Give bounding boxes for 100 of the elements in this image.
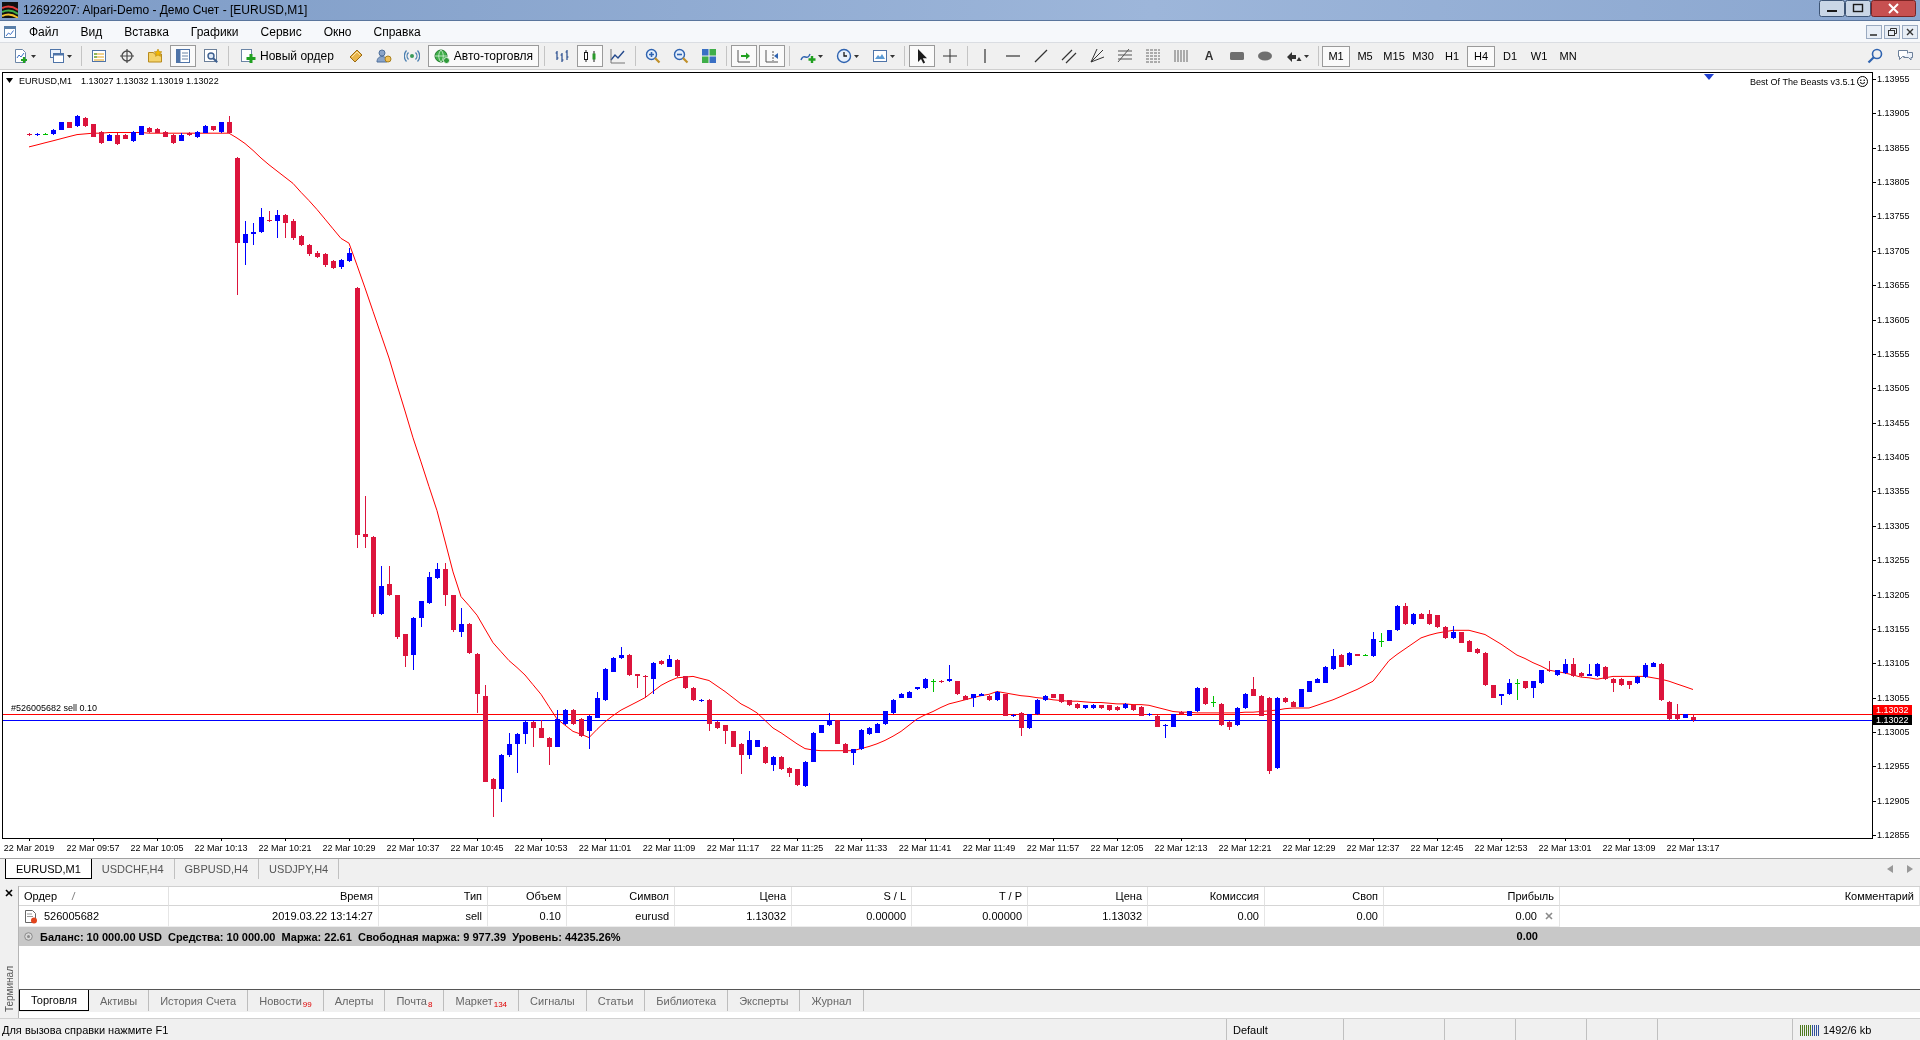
text-tool-button[interactable]: A: [1196, 45, 1223, 67]
timeframe-button[interactable]: W1: [1525, 45, 1554, 67]
time-axis-label: 22 Mar 11:01: [578, 843, 632, 853]
candlestick: [683, 675, 688, 690]
triangle-marker-icon[interactable]: [1704, 74, 1714, 80]
terminal-tab[interactable]: Алерты: [323, 990, 386, 1011]
candlestick: [907, 690, 912, 699]
candlestick: [579, 717, 584, 738]
chart-symbol: EURUSD,M1: [19, 76, 72, 86]
close-icon[interactable]: [5, 889, 13, 897]
caret-icon[interactable]: [817, 54, 823, 58]
candlestick: [1235, 706, 1240, 727]
column-header[interactable]: Тип: [379, 887, 488, 906]
minimize-icon[interactable]: [1866, 24, 1882, 39]
fan-lines-icon[interactable]: [1089, 48, 1106, 64]
terminal-tab[interactable]: Торговля: [19, 990, 89, 1011]
stacked-windows-icon[interactable]: [48, 48, 65, 64]
menu-item[interactable]: Окно: [312, 22, 363, 41]
column-header[interactable]: Своп: [1265, 887, 1384, 906]
candlestick: [1435, 614, 1440, 629]
terminal-tab[interactable]: Эксперты: [728, 990, 801, 1011]
tile-windows-icon[interactable]: [701, 48, 718, 64]
auto-trading-button[interactable]: Авто-торговля: [427, 45, 540, 67]
time-axis-label: 22 Mar 2019: [3, 843, 55, 853]
minimize-icon[interactable]: [1819, 0, 1845, 17]
timeframe-button[interactable]: H1: [1438, 45, 1467, 67]
search-icon[interactable]: [1867, 48, 1883, 64]
people-icon[interactable]: [375, 48, 392, 64]
candlestick: [315, 250, 320, 259]
candlestick: [1683, 713, 1688, 719]
price-axis-label: 1.13655: [1877, 280, 1910, 291]
column-header[interactable]: S / L: [792, 887, 912, 906]
timeframe-button[interactable]: M30: [1409, 45, 1438, 67]
ohlc-values: 1.13027 1.13032 1.13019 1.13022: [81, 76, 219, 86]
timeframe-button[interactable]: D1: [1496, 45, 1525, 67]
diagonal-line-icon[interactable]: [1033, 48, 1050, 64]
candlestick: [1187, 710, 1192, 717]
picture-frame-icon[interactable]: [871, 48, 888, 64]
menu-item[interactable]: Графики: [179, 22, 250, 41]
menu-item[interactable]: Сервис: [249, 22, 313, 41]
close-icon[interactable]: [1871, 0, 1916, 17]
close-icon[interactable]: [1902, 24, 1918, 39]
chart-tab[interactable]: USDCHF,H4: [91, 859, 175, 879]
timeframe-button[interactable]: H4: [1467, 45, 1496, 67]
diamond-icon[interactable]: [347, 48, 364, 64]
chart-tab[interactable]: GBPUSD,H4: [174, 859, 260, 879]
candlestick: [635, 673, 640, 689]
caret-icon[interactable]: [889, 54, 895, 58]
timeframe-button[interactable]: M15: [1380, 45, 1409, 67]
new-order-button[interactable]: Новый ордер: [234, 45, 340, 67]
menu-item[interactable]: Вид: [69, 22, 114, 41]
menu-item[interactable]: Вставка: [113, 22, 180, 41]
candlestick: [1075, 702, 1080, 710]
column-header[interactable]: Время: [169, 887, 379, 906]
restore-icon[interactable]: [1884, 24, 1900, 39]
caret-icon[interactable]: [1303, 54, 1309, 58]
star-folder-icon: [147, 48, 163, 64]
column-header[interactable]: Символ: [567, 887, 675, 906]
caret-icon[interactable]: [30, 54, 36, 58]
column-header[interactable]: Комментарий: [1560, 887, 1920, 906]
column-header[interactable]: T / P: [912, 887, 1028, 906]
zoom-in-icon[interactable]: [645, 48, 662, 64]
caret-icon[interactable]: [66, 54, 72, 58]
caret-icon[interactable]: [6, 78, 13, 83]
terminal-tab[interactable]: Активы: [88, 990, 150, 1011]
terminal-tab[interactable]: Статьи: [586, 990, 646, 1011]
timeframe-button[interactable]: M5: [1351, 45, 1380, 67]
time-axis-label: 22 Mar 13:09: [1602, 843, 1656, 853]
chart-tab[interactable]: EURUSD,M1: [5, 859, 92, 879]
candlestick: [147, 126, 152, 133]
menu-item[interactable]: Файл: [18, 22, 70, 41]
column-header[interactable]: Ордер: [19, 887, 169, 906]
timeframe-button[interactable]: M1: [1322, 45, 1351, 67]
column-header[interactable]: Прибыль: [1384, 887, 1560, 906]
chart-window-icon[interactable]: [3, 24, 17, 39]
toolbar-button[interactable]: [909, 45, 936, 67]
terminal-tab[interactable]: Сигналы: [519, 990, 587, 1011]
candlestick: [563, 708, 568, 726]
zoom-out-icon[interactable]: [673, 48, 690, 64]
terminal-tab[interactable]: История Счета: [149, 990, 249, 1011]
clock-icon[interactable]: [835, 48, 852, 64]
toolbar-button[interactable]: [577, 45, 604, 67]
levels-lines-icon[interactable]: [1117, 48, 1134, 64]
terminal-tab[interactable]: Журнал: [800, 990, 864, 1011]
candlestick: [1339, 653, 1344, 668]
parallel-lines-icon[interactable]: [1061, 48, 1078, 64]
document-plus-icon[interactable]: [12, 48, 29, 64]
radio-waves-icon[interactable]: [403, 48, 420, 64]
candlestick: [1219, 702, 1224, 727]
column-header[interactable]: Цена: [1028, 887, 1148, 906]
column-header[interactable]: Цена: [675, 887, 792, 906]
timeframe-button[interactable]: MN: [1554, 45, 1583, 67]
column-header[interactable]: Комиссия: [1148, 887, 1265, 906]
candlestick: [1419, 612, 1424, 620]
menu-item[interactable]: Справка: [362, 22, 432, 41]
chart-tab[interactable]: USDJPY,H4: [259, 859, 340, 879]
terminal-tab[interactable]: Библиотека: [645, 990, 729, 1011]
maximize-icon[interactable]: [1845, 0, 1871, 17]
column-header[interactable]: Объем: [488, 887, 567, 906]
caret-icon[interactable]: [853, 54, 859, 58]
